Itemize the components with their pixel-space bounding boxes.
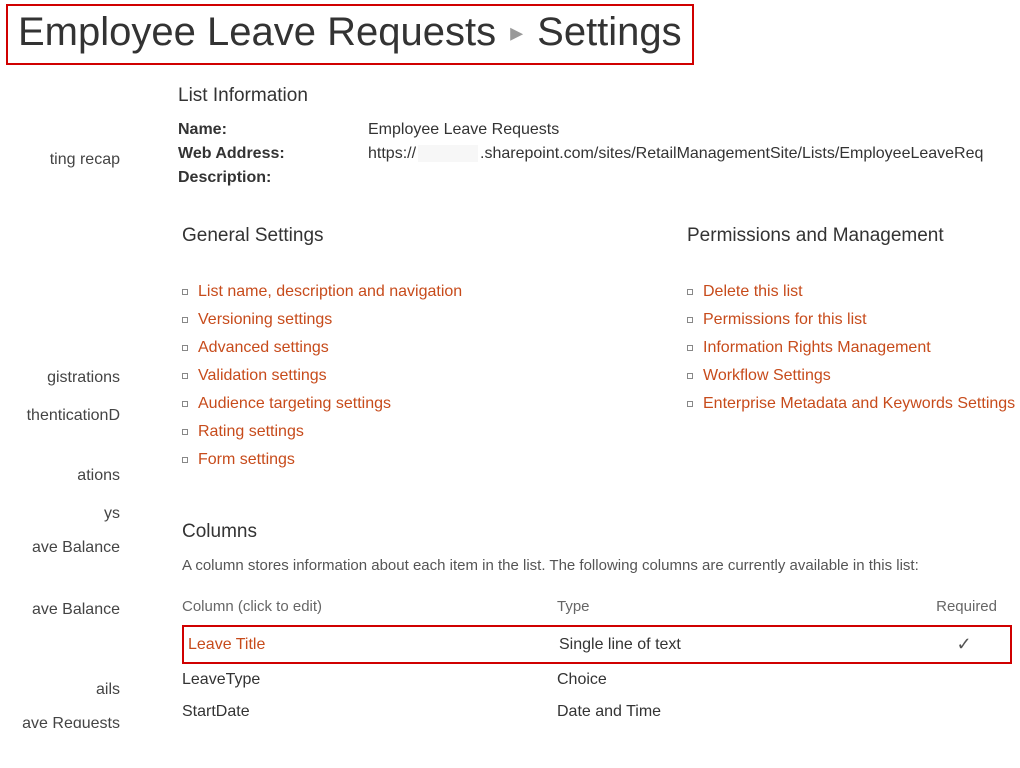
bullet-icon: [182, 457, 188, 463]
breadcrumb-current: Settings: [537, 10, 682, 55]
main-content: List Information Name: Employee Leave Re…: [120, 85, 1020, 728]
sidebar-item[interactable]: ave Balance: [32, 531, 120, 565]
check-icon: ✓: [956, 634, 971, 654]
breadcrumb-parent[interactable]: Employee Leave Requests: [18, 10, 496, 55]
column-name-link[interactable]: Leave Title: [184, 636, 559, 654]
general-settings-link[interactable]: List name, description and navigation: [198, 283, 462, 301]
bullet-icon: [182, 429, 188, 435]
bullet-icon: [182, 289, 188, 295]
column-type: Date and Time: [557, 703, 927, 721]
columns-table: Column (click to edit) Type Required Lea…: [182, 598, 1012, 728]
bullet-icon: [182, 317, 188, 323]
general-settings-heading: General Settings: [182, 225, 683, 247]
bullet-icon: [687, 317, 693, 323]
columns-header-type: Type: [557, 598, 927, 615]
table-row: Leave TitleSingle line of text ✓: [182, 625, 1012, 664]
general-settings-item: Advanced settings: [182, 339, 683, 357]
sidebar-item[interactable]: ave Balance: [32, 593, 120, 627]
table-row: LeaveTypeChoice: [182, 664, 1012, 696]
bullet-icon: [182, 345, 188, 351]
general-settings-link[interactable]: Advanced settings: [198, 339, 329, 357]
columns-description: A column stores information about each i…: [182, 557, 1020, 574]
column-type: Choice: [557, 671, 927, 689]
breadcrumb-highlight: Employee Leave Requests ▸ Settings: [6, 4, 694, 65]
sidebar-item[interactable]: ys: [104, 497, 120, 531]
sidebar-item[interactable]: thenticationD: [27, 399, 120, 433]
columns-header-required: Required: [927, 598, 997, 615]
general-settings-link[interactable]: Audience targeting settings: [198, 395, 391, 413]
sidebar-item[interactable]: ails: [96, 673, 120, 707]
sidebar-item[interactable]: ations: [77, 459, 120, 493]
table-row: StartDateDate and Time: [182, 696, 1012, 728]
column-type: Single line of text: [559, 636, 929, 654]
breadcrumb: Employee Leave Requests ▸ Settings: [18, 10, 682, 55]
name-value: Employee Leave Requests: [368, 121, 559, 139]
permissions-link[interactable]: Delete this list: [703, 283, 803, 301]
bullet-icon: [182, 373, 188, 379]
column-name-link[interactable]: LeaveType: [182, 671, 557, 689]
bullet-icon: [687, 401, 693, 407]
general-settings-item: Validation settings: [182, 367, 683, 385]
permissions-item: Workflow Settings: [687, 367, 1020, 385]
permissions-item: Enterprise Metadata and Keywords Setting…: [687, 395, 1020, 413]
redacted-tenant: xx: [418, 145, 478, 162]
general-settings-item: Rating settings: [182, 423, 683, 441]
list-info-heading: List Information: [178, 85, 1020, 107]
permissions-heading: Permissions and Management: [687, 225, 1020, 247]
general-settings-item: Form settings: [182, 451, 683, 469]
bullet-icon: [687, 345, 693, 351]
permissions-link[interactable]: Workflow Settings: [703, 367, 831, 385]
bullet-icon: [687, 289, 693, 295]
sidebar-item[interactable]: ting recap: [50, 143, 120, 177]
general-settings-link[interactable]: Rating settings: [198, 423, 304, 441]
general-settings-link[interactable]: Versioning settings: [198, 311, 332, 329]
general-settings-item: List name, description and navigation: [182, 283, 683, 301]
permissions-link[interactable]: Enterprise Metadata and Keywords Setting…: [703, 395, 1015, 413]
general-settings-item: Audience targeting settings: [182, 395, 683, 413]
permissions-link[interactable]: Permissions for this list: [703, 311, 867, 329]
web-address-value[interactable]: https://xx.sharepoint.com/sites/RetailMa…: [368, 145, 983, 163]
general-settings-link[interactable]: Validation settings: [198, 367, 327, 385]
column-name-link[interactable]: StartDate: [182, 703, 557, 721]
columns-header-name: Column (click to edit): [182, 598, 557, 615]
left-nav: ting recap gistrations thenticationD ations…: [0, 85, 120, 728]
name-label: Name:: [178, 121, 368, 139]
permissions-item: Permissions for this list: [687, 311, 1020, 329]
description-label: Description:: [178, 169, 368, 187]
bullet-icon: [182, 401, 188, 407]
general-settings-links: List name, description and navigation Ver…: [182, 283, 683, 469]
sidebar-item[interactable]: ave Requests: [22, 707, 120, 728]
chevron-right-icon: ▸: [510, 17, 523, 48]
bullet-icon: [687, 373, 693, 379]
permissions-links: Delete this list Permissions for this lis…: [687, 283, 1020, 413]
column-required: ✓: [929, 634, 999, 655]
general-settings-link[interactable]: Form settings: [198, 451, 295, 469]
permissions-item: Information Rights Management: [687, 339, 1020, 357]
sidebar-item[interactable]: gistrations: [47, 361, 120, 395]
general-settings-item: Versioning settings: [182, 311, 683, 329]
web-address-label: Web Address:: [178, 145, 368, 163]
permissions-link[interactable]: Information Rights Management: [703, 339, 931, 357]
permissions-item: Delete this list: [687, 283, 1020, 301]
columns-heading: Columns: [182, 521, 1020, 543]
